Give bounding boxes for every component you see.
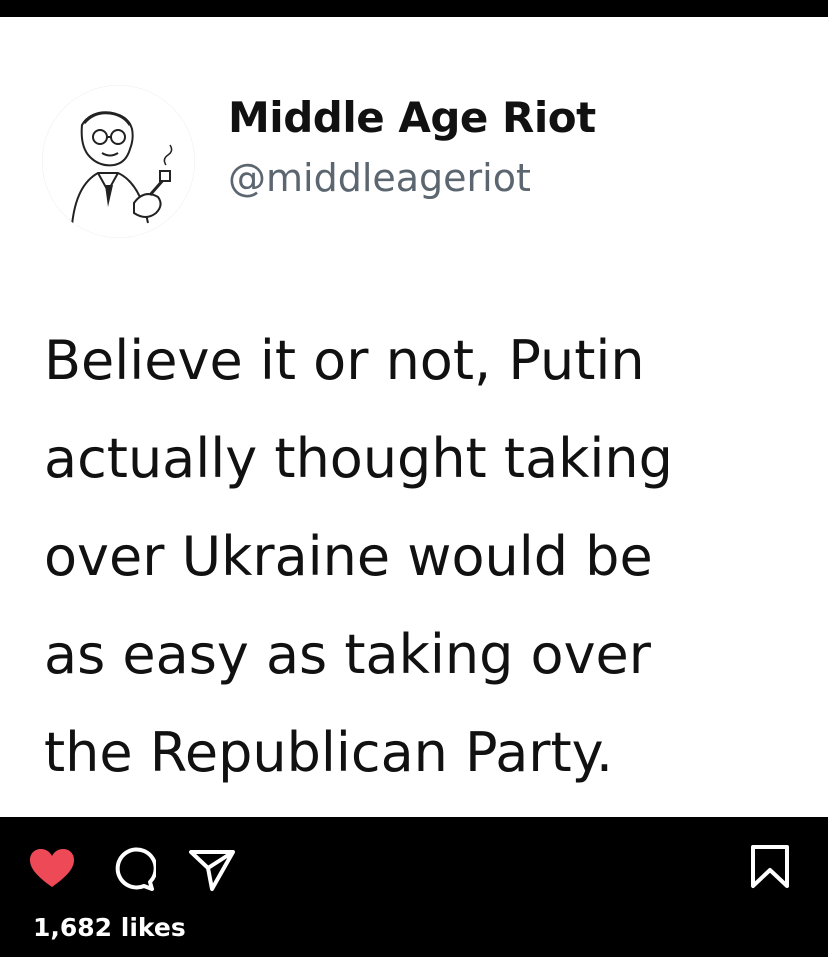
tweet-line: actually thought taking: [44, 427, 673, 490]
bookmark-icon[interactable]: [750, 845, 790, 889]
user-handle[interactable]: @middleageriot: [228, 156, 531, 200]
tweet-line: as easy as taking over: [44, 623, 651, 686]
heart-icon[interactable]: [28, 847, 76, 889]
comment-icon[interactable]: [110, 846, 156, 892]
tweet-text: Believe it or not, Putin actually though…: [44, 312, 804, 802]
post-actions-bar: 1,682 likes: [0, 817, 828, 957]
top-bar: [0, 0, 828, 17]
tweet-line: the Republican Party.: [44, 721, 614, 784]
tweet-line: over Ukraine would be: [44, 525, 653, 588]
avatar[interactable]: [42, 85, 195, 238]
avatar-illustration-icon: [42, 85, 195, 238]
display-name[interactable]: Middle Age Riot: [228, 93, 596, 142]
share-icon[interactable]: [188, 848, 236, 892]
tweet-line: Believe it or not, Putin: [44, 329, 645, 392]
post-image[interactable]: Middle Age Riot @middleageriot Believe i…: [0, 17, 828, 817]
likes-count[interactable]: 1,682 likes: [33, 913, 186, 942]
